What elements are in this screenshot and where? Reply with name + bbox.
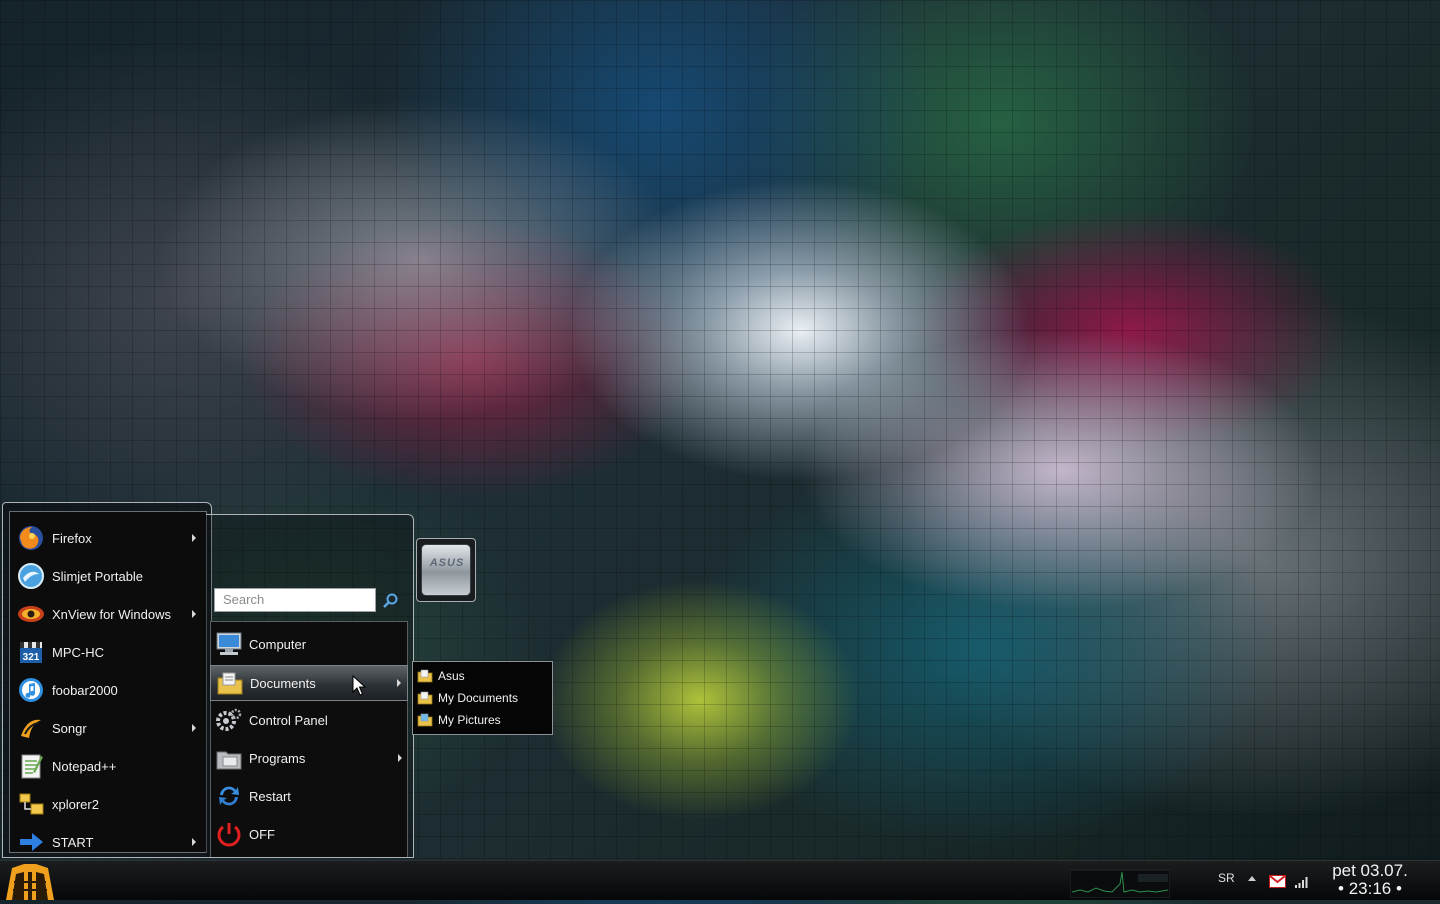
pinned-item-xplorer2[interactable]: xplorer2	[10, 786, 206, 822]
pinned-item-label: Notepad++	[52, 758, 117, 774]
places-item-documents[interactable]: Documents	[210, 665, 408, 701]
submenu-item-my-documents[interactable]: My Documents	[417, 688, 551, 708]
pinned-item-label: Songr	[52, 720, 87, 736]
search-icon[interactable]	[382, 592, 400, 610]
pinned-item-label: xplorer2	[52, 796, 99, 812]
places-item-label: OFF	[249, 826, 275, 842]
language-indicator[interactable]: SR	[1218, 871, 1235, 885]
submenu-arrow-icon	[192, 534, 196, 542]
firefox-icon	[16, 523, 46, 553]
power-icon	[214, 819, 244, 849]
control-panel-icon	[214, 705, 244, 735]
clock-date: pet 03.07.	[1332, 861, 1408, 880]
notepadpp-icon	[16, 751, 46, 781]
submenu-item-label: My Pictures	[438, 713, 501, 727]
tray-expand-icon[interactable]	[1248, 876, 1256, 881]
submenu-arrow-icon	[397, 679, 401, 687]
folder-icon	[417, 690, 433, 706]
songr-icon	[16, 713, 46, 743]
user-picture[interactable]: ASUS	[416, 538, 476, 602]
pinned-item-mpc-hc[interactable]: 321 MPC-HC	[10, 634, 206, 670]
asus-logo-tile: ASUS	[421, 544, 471, 596]
places-item-label: Programs	[249, 750, 306, 766]
folder-icon	[417, 668, 433, 684]
documents-submenu: Asus My Documents My Pictures	[412, 661, 553, 735]
pinned-item-label: foobar2000	[52, 682, 118, 698]
xplorer2-icon	[16, 789, 46, 819]
mouse-cursor-icon	[352, 674, 368, 697]
foobar2000-icon	[16, 675, 46, 705]
svg-text:321: 321	[23, 652, 40, 663]
places-item-control-panel[interactable]: Control Panel	[210, 702, 408, 738]
network-activity-graph-icon	[1069, 862, 1171, 899]
arrow-right-icon	[16, 827, 46, 857]
pinned-item-xnview[interactable]: XnView for Windows	[10, 596, 206, 632]
start-menu-pinned-panel: Firefox Slimjet Portable XnView for Wind…	[2, 502, 212, 858]
pinned-item-slimjet[interactable]: Slimjet Portable	[10, 558, 206, 594]
xnview-icon	[16, 599, 46, 629]
pinned-programs-list: Firefox Slimjet Portable XnView for Wind…	[9, 511, 207, 853]
gmail-icon[interactable]	[1269, 873, 1286, 888]
restart-icon	[214, 781, 244, 811]
submenu-item-label: My Documents	[438, 691, 519, 705]
search-input[interactable]: Search	[214, 588, 376, 612]
clock-time: • 23:16 •	[1338, 879, 1402, 898]
slimjet-icon	[16, 561, 46, 591]
programs-icon	[214, 743, 244, 773]
pictures-folder-icon	[417, 712, 433, 728]
pinned-item-start[interactable]: START	[10, 824, 206, 860]
submenu-arrow-icon	[192, 610, 196, 618]
places-item-programs[interactable]: Programs	[210, 740, 408, 776]
places-item-computer[interactable]: Computer	[210, 626, 408, 662]
submenu-arrow-icon	[398, 754, 402, 762]
places-item-label: Control Panel	[249, 712, 328, 728]
computer-icon	[214, 629, 244, 659]
submenu-item-asus[interactable]: Asus	[417, 666, 551, 686]
submenu-item-my-pictures[interactable]: My Pictures	[417, 710, 551, 730]
taskbar-clock[interactable]: pet 03.07. • 23:16 •	[1318, 862, 1422, 898]
asus-logo: ASUS	[429, 557, 465, 569]
places-item-label: Documents	[250, 675, 316, 691]
documents-icon	[215, 668, 245, 698]
pinned-item-label: XnView for Windows	[52, 606, 171, 622]
pinned-item-label: Slimjet Portable	[52, 568, 144, 584]
pinned-item-notepadpp[interactable]: Notepad++	[10, 748, 206, 784]
pinned-item-label: MPC-HC	[52, 644, 104, 660]
pinned-item-foobar2000[interactable]: foobar2000	[10, 672, 206, 708]
pinned-item-songr[interactable]: Songr	[10, 710, 206, 746]
places-item-label: Computer	[249, 636, 307, 652]
submenu-item-label: Asus	[438, 669, 465, 683]
pinned-item-label: START	[52, 834, 94, 850]
places-item-label: Restart	[249, 788, 291, 804]
places-item-off[interactable]: OFF	[210, 816, 408, 852]
submenu-arrow-icon	[192, 724, 196, 732]
network-signal-icon[interactable]	[1294, 873, 1310, 888]
mpc-hc-icon: 321	[16, 637, 46, 667]
pinned-item-firefox[interactable]: Firefox	[10, 520, 206, 556]
pinned-item-label: Firefox	[52, 530, 92, 546]
places-item-restart[interactable]: Restart	[210, 778, 408, 814]
submenu-arrow-icon	[192, 838, 196, 846]
start-button[interactable]	[2, 858, 58, 900]
search-placeholder: Search	[223, 592, 265, 607]
